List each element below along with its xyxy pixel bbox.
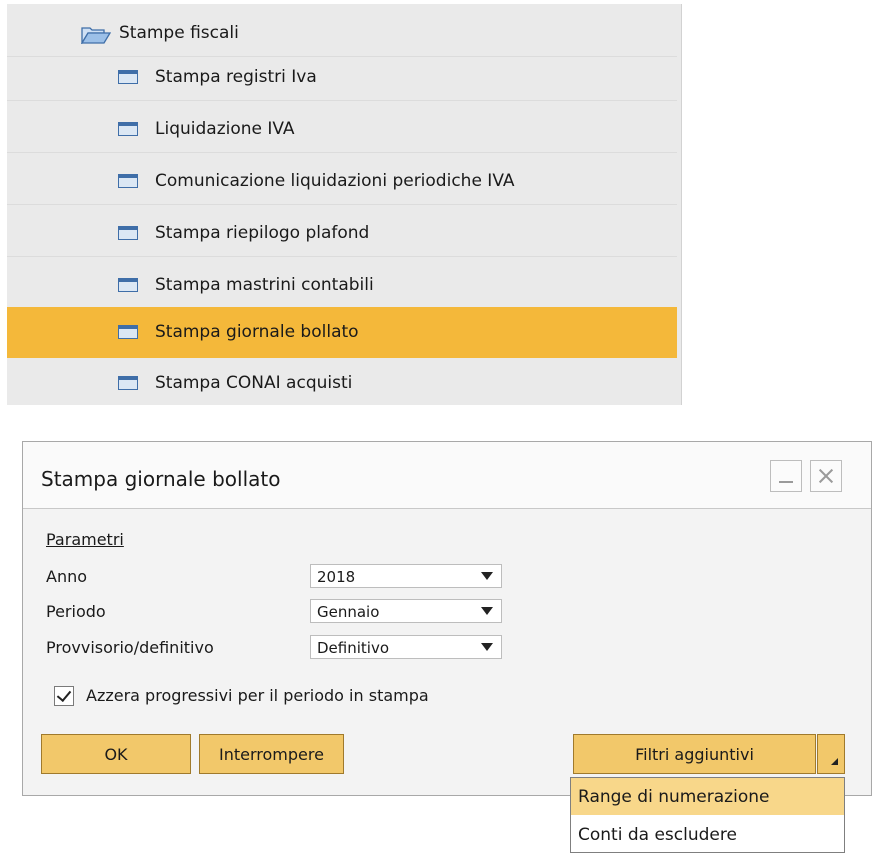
menu-item-label: Stampa registri Iva bbox=[155, 67, 317, 87]
form-window-icon bbox=[118, 376, 138, 390]
anno-value: 2018 bbox=[317, 568, 356, 586]
periodo-select[interactable]: Gennaio bbox=[310, 599, 502, 623]
field-label-anno: Anno bbox=[46, 567, 88, 586]
ok-button[interactable]: OK bbox=[41, 734, 191, 774]
menu-item-label: Stampa CONAI acquisti bbox=[155, 373, 353, 393]
menu-item-stampa-conai-acquisti[interactable]: Stampa CONAI acquisti bbox=[7, 362, 677, 406]
form-window-icon bbox=[118, 122, 138, 136]
provvisorio-definitivo-value: Definitivo bbox=[317, 639, 390, 657]
field-label-periodo: Periodo bbox=[46, 602, 106, 621]
corner-arrow-icon bbox=[831, 751, 838, 765]
form-window-icon bbox=[118, 325, 138, 339]
menu-option-range-di-numerazione[interactable]: Range di numerazione bbox=[571, 778, 844, 815]
dialog-titlebar[interactable]: Stampa giornale bollato bbox=[23, 442, 871, 509]
filtri-aggiuntivi-menu: Range di numerazione Conti da escludere bbox=[570, 777, 845, 853]
form-window-icon bbox=[118, 174, 138, 188]
menu-folder-stampe-fiscali[interactable]: Stampe fiscali bbox=[7, 12, 677, 57]
menu-item-comunicazione-liquidazioni[interactable]: Comunicazione liquidazioni periodiche IV… bbox=[7, 160, 677, 205]
field-label-provvisorio-definitivo: Provvisorio/definitivo bbox=[46, 638, 214, 657]
section-title-parametri: Parametri bbox=[46, 530, 124, 549]
form-window-icon bbox=[118, 226, 138, 240]
form-window-icon bbox=[118, 70, 138, 84]
menu-item-stampa-giornale-bollato[interactable]: Stampa giornale bollato bbox=[7, 307, 677, 358]
menu-option-conti-da-escludere[interactable]: Conti da escludere bbox=[571, 816, 844, 853]
folder-open-icon bbox=[80, 26, 112, 48]
filtri-aggiuntivi-dropdown-button[interactable] bbox=[817, 734, 845, 774]
dropdown-arrow-icon bbox=[481, 572, 493, 580]
dropdown-arrow-icon bbox=[481, 643, 493, 651]
dropdown-arrow-icon bbox=[481, 607, 493, 615]
menu-item-stampa-riepilogo-plafond[interactable]: Stampa riepilogo plafond bbox=[7, 212, 677, 257]
menu-item-liquidazione-iva[interactable]: Liquidazione IVA bbox=[7, 108, 677, 153]
menu-panel: Stampe fiscali Stampa registri Iva Liqui… bbox=[7, 4, 682, 405]
azzera-progressivi-label: Azzera progressivi per il periodo in sta… bbox=[86, 686, 429, 705]
interrompere-button[interactable]: Interrompere bbox=[199, 734, 344, 774]
menu-folder-label: Stampe fiscali bbox=[119, 23, 239, 43]
menu-item-label: Liquidazione IVA bbox=[155, 119, 295, 139]
menu-item-label: Stampa giornale bollato bbox=[155, 322, 359, 342]
provvisorio-definitivo-select[interactable]: Definitivo bbox=[310, 635, 502, 659]
close-icon[interactable] bbox=[810, 460, 842, 492]
anno-select[interactable]: 2018 bbox=[310, 564, 502, 588]
menu-item-label: Stampa riepilogo plafond bbox=[155, 223, 370, 243]
filtri-aggiuntivi-button[interactable]: Filtri aggiuntivi bbox=[573, 734, 816, 774]
dialog-title: Stampa giornale bollato bbox=[41, 467, 281, 491]
print-dialog: Stampa giornale bollato Parametri Anno 2… bbox=[22, 441, 872, 796]
azzera-progressivi-checkbox[interactable] bbox=[54, 686, 74, 706]
menu-item-stampa-registri-iva[interactable]: Stampa registri Iva bbox=[7, 56, 677, 101]
minimize-icon[interactable] bbox=[770, 460, 802, 492]
form-window-icon bbox=[118, 278, 138, 292]
menu-item-stampa-mastrini-contabili[interactable]: Stampa mastrini contabili bbox=[7, 264, 677, 309]
periodo-value: Gennaio bbox=[317, 603, 380, 621]
menu-item-label: Comunicazione liquidazioni periodiche IV… bbox=[155, 171, 515, 191]
menu-item-label: Stampa mastrini contabili bbox=[155, 275, 374, 295]
